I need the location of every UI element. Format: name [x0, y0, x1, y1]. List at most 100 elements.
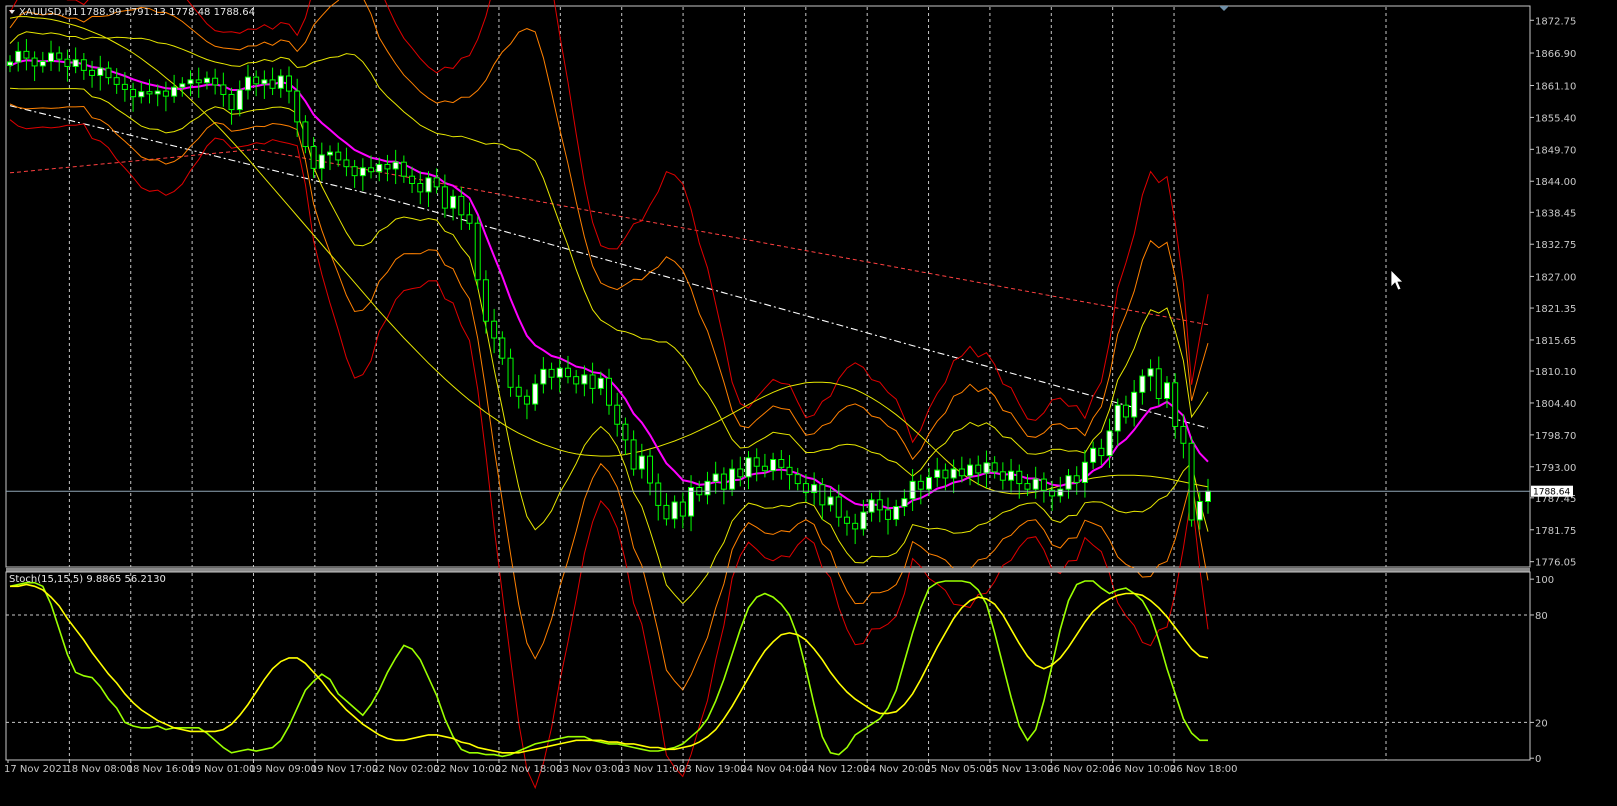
candle-body	[679, 501, 686, 517]
candle-body	[1057, 488, 1064, 497]
candle-body	[491, 320, 498, 339]
candle-body	[663, 504, 670, 520]
ohlc-label: 1788.99 1791.13 1778.48 1788.64	[80, 7, 255, 18]
candle-body	[507, 357, 514, 388]
candle-body	[236, 89, 243, 111]
candle-body	[1139, 375, 1146, 393]
candle-body	[926, 476, 933, 490]
chart-background	[0, 0, 1617, 806]
candle-body	[269, 79, 276, 89]
candle-body	[154, 90, 161, 95]
candle-body	[876, 499, 883, 511]
mt4-chart[interactable]: 1872.75 1866.90 1861.10 1855.40 1849.70 1844.…	[0, 0, 1617, 806]
candle-body	[64, 58, 71, 67]
header-info: XAUUSD,H1 1788.99 1791.13 1778.48 1788.6…	[9, 7, 255, 18]
time-tick-label: 26 Nov 18:00	[1170, 764, 1237, 775]
stoch-tick-label: 20	[1535, 718, 1548, 729]
candle-body	[277, 75, 284, 89]
time-tick-label: 18 Nov 16:00	[127, 764, 194, 775]
candle-body	[450, 195, 457, 209]
candle-body	[121, 83, 128, 90]
candle-body	[1065, 475, 1072, 490]
candle-body	[1147, 368, 1154, 377]
time-tick-label: 17 Nov 2021	[4, 764, 68, 775]
candle-body	[958, 468, 965, 477]
candle-body	[794, 474, 801, 485]
candle-body	[441, 186, 448, 209]
candle-body	[261, 79, 268, 85]
candle-body	[1155, 368, 1162, 399]
candle-body	[130, 88, 137, 98]
candle-body	[573, 376, 580, 385]
candle-body	[770, 459, 777, 472]
candle-body	[564, 367, 571, 378]
time-tick-label: 22 Nov 02:00	[372, 764, 439, 775]
time-tick-label: 19 Nov 17:00	[311, 764, 378, 775]
candle-body	[1122, 404, 1129, 418]
candle-body	[835, 496, 842, 518]
candle-body	[638, 455, 645, 470]
candle-body	[253, 76, 260, 85]
candle-body	[917, 480, 924, 490]
price-tick-label: 1855.40	[1535, 113, 1576, 124]
candle-body	[343, 159, 350, 168]
candle-body	[105, 67, 112, 79]
candle-body	[827, 496, 834, 506]
price-tick-label: 1815.65	[1535, 336, 1576, 347]
candle-body	[294, 90, 301, 123]
candle-body	[7, 61, 13, 66]
stoch-tick-label: 0	[1535, 754, 1541, 765]
candle-body	[532, 383, 539, 405]
candle-body	[359, 167, 366, 177]
candle-body	[310, 146, 317, 169]
candle-body	[688, 486, 695, 517]
candle-body	[1196, 500, 1203, 521]
candle-body	[704, 480, 711, 496]
candle-body	[187, 79, 194, 85]
candle-body	[614, 404, 621, 425]
candle-body	[89, 69, 96, 76]
candle-body	[1131, 391, 1138, 418]
candle-body	[868, 499, 875, 513]
candle-body	[318, 154, 325, 169]
symbol-label: XAUUSD,H1	[19, 7, 78, 18]
candle-body	[327, 151, 334, 156]
candle-body	[146, 91, 153, 95]
candle-body	[819, 484, 826, 506]
candle-body	[909, 480, 916, 500]
candle-body	[39, 60, 46, 67]
candle-body	[466, 214, 473, 224]
panel-separator[interactable]	[6, 568, 1530, 572]
candle-body	[843, 516, 850, 524]
candle-body	[392, 161, 399, 170]
candle-body	[1188, 442, 1195, 521]
time-tick-label: 24 Nov 04:00	[740, 764, 807, 775]
candle-body	[220, 84, 227, 95]
candle-body	[622, 423, 629, 441]
candle-body	[244, 76, 251, 91]
time-tick-label: 25 Nov 13:00	[986, 764, 1053, 775]
candle-body	[540, 368, 547, 385]
candle-body	[515, 386, 522, 397]
candle-body	[548, 368, 555, 378]
price-tick-label: 1832.75	[1535, 240, 1576, 251]
candle-body	[753, 457, 760, 467]
candle-body	[983, 462, 990, 474]
price-tick-label: 1810.10	[1535, 367, 1576, 378]
candle-body	[720, 473, 727, 490]
candle-body	[523, 395, 530, 405]
candle-body	[1024, 483, 1031, 490]
price-tick-label: 1849.70	[1535, 145, 1576, 156]
candle-body	[1073, 475, 1080, 483]
candle-body	[1081, 461, 1088, 483]
candle-body	[745, 457, 752, 478]
candle-body	[893, 506, 900, 520]
candle-body	[179, 83, 186, 88]
candle-body	[671, 501, 678, 520]
time-tick-label: 24 Nov 20:00	[863, 764, 930, 775]
candle-body	[647, 455, 654, 484]
candle-body	[285, 75, 292, 92]
candle-body	[1114, 404, 1121, 432]
candle-body	[737, 468, 744, 478]
candle-body	[302, 121, 309, 148]
